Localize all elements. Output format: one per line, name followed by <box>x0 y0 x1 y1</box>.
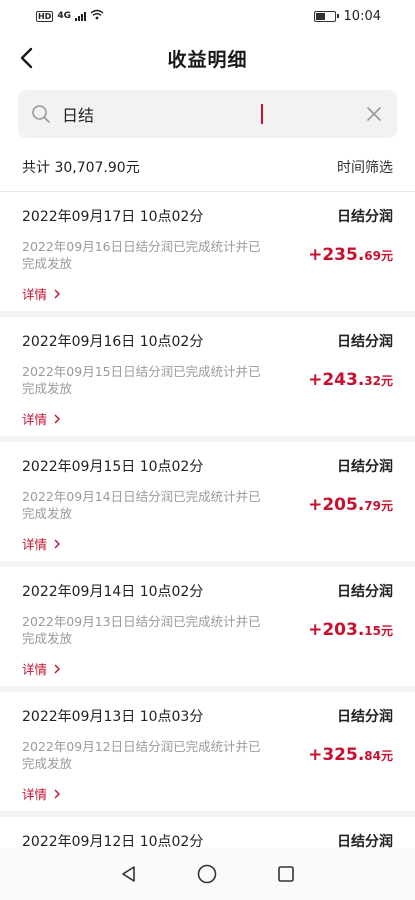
record-amount-dec: 15元 <box>364 624 393 638</box>
page-title: 收益明细 <box>167 48 248 71</box>
record-amount: +243.32元 <box>308 370 393 390</box>
record-type: 日结分润 <box>337 584 393 600</box>
record-amount-dec: 32元 <box>364 374 393 388</box>
chevron-right-icon <box>54 664 61 673</box>
records-list[interactable]: 2022年09月17日 10点02分 日结分润 2022年09月16日日结分润已… <box>0 192 415 900</box>
nav-home-button[interactable] <box>194 861 220 887</box>
search-bar[interactable] <box>18 90 397 138</box>
record-detail-link[interactable]: 详情 <box>22 784 61 803</box>
record-detail-label: 详情 <box>22 287 48 302</box>
chevron-right-icon <box>54 414 61 423</box>
record-detail-label: 详情 <box>22 787 48 802</box>
record-amount-int: +235. <box>308 245 365 265</box>
chevron-right-icon <box>54 539 61 548</box>
list-item[interactable]: 2022年09月17日 10点02分 日结分润 2022年09月16日日结分润已… <box>0 192 415 317</box>
record-description: 2022年09月14日日结分润已完成统计并已完成发放 <box>22 489 261 521</box>
hd-badge: HD <box>36 10 54 22</box>
list-item[interactable]: 2022年09月16日 10点02分 日结分润 2022年09月15日日结分润已… <box>0 317 415 442</box>
record-amount-int: +325. <box>308 745 365 765</box>
record-amount-dec: 69元 <box>364 249 393 263</box>
search-icon <box>30 103 52 125</box>
record-amount-dec: 84元 <box>364 749 393 763</box>
record-datetime: 2022年09月15日 10点02分 <box>22 459 204 475</box>
page-header: 收益明细 <box>0 32 415 84</box>
wifi-icon <box>90 9 104 23</box>
status-right: 10:04 <box>313 8 381 24</box>
record-detail-link[interactable]: 详情 <box>22 409 61 428</box>
record-type: 日结分润 <box>337 709 393 725</box>
record-datetime: 2022年09月13日 10点03分 <box>22 709 204 725</box>
record-type: 日结分润 <box>337 209 393 225</box>
record-detail-link[interactable]: 详情 <box>22 284 61 303</box>
back-triangle-icon <box>122 866 135 882</box>
record-description: 2022年09月13日日结分润已完成统计并已完成发放 <box>22 614 261 646</box>
battery-icon <box>313 10 339 22</box>
chevron-left-icon <box>20 47 33 69</box>
record-amount-int: +243. <box>308 370 365 390</box>
record-description: 2022年09月16日日结分润已完成统计并已完成发放 <box>22 239 261 271</box>
record-datetime: 2022年09月16日 10点02分 <box>22 334 204 350</box>
home-circle-icon <box>198 864 217 884</box>
recents-square-icon <box>278 866 294 882</box>
list-item[interactable]: 2022年09月15日 10点02分 日结分润 2022年09月14日日结分润已… <box>0 442 415 567</box>
record-datetime: 2022年09月17日 10点02分 <box>22 209 204 225</box>
record-datetime: 2022年09月14日 10点02分 <box>22 584 204 600</box>
record-amount: +205.79元 <box>308 495 393 515</box>
record-amount: +235.69元 <box>308 245 393 265</box>
record-description: 2022年09月15日日结分润已完成统计并已完成发放 <box>22 364 261 396</box>
nav-back-button[interactable] <box>116 861 142 887</box>
close-icon <box>367 107 381 121</box>
record-type: 日结分润 <box>337 459 393 475</box>
record-detail-label: 详情 <box>22 412 48 427</box>
status-left: HD 4G <box>36 9 104 23</box>
summary-row: 共计 30,707.90元 时间筛选 <box>0 142 415 192</box>
chevron-right-icon <box>54 789 61 798</box>
record-detail-link[interactable]: 详情 <box>22 659 61 678</box>
record-description: 2022年09月12日日结分润已完成统计并已完成发放 <box>22 739 261 771</box>
record-amount: +325.84元 <box>308 745 393 765</box>
record-detail-link[interactable]: 详情 <box>22 534 61 553</box>
network-type: 4G <box>57 11 71 21</box>
back-button[interactable] <box>14 46 38 70</box>
text-cursor <box>261 104 263 124</box>
chevron-right-icon <box>54 289 61 298</box>
record-amount-int: +205. <box>308 495 365 515</box>
record-amount-dec: 79元 <box>364 499 393 513</box>
status-bar: HD 4G 10:04 <box>0 0 415 32</box>
list-item[interactable]: 2022年09月13日 10点03分 日结分润 2022年09月12日日结分润已… <box>0 692 415 817</box>
signal-icon <box>75 11 86 21</box>
system-nav-bar <box>0 848 415 900</box>
nav-recents-button[interactable] <box>273 861 299 887</box>
record-amount: +203.15元 <box>308 620 393 640</box>
search-input[interactable] <box>62 104 262 124</box>
record-detail-label: 详情 <box>22 662 48 677</box>
time-filter-button[interactable]: 时间筛选 <box>337 157 393 177</box>
list-item[interactable]: 2022年09月14日 10点02分 日结分润 2022年09月13日日结分润已… <box>0 567 415 692</box>
total-amount: 共计 30,707.90元 <box>22 159 140 176</box>
record-type: 日结分润 <box>337 334 393 350</box>
status-time: 10:04 <box>343 8 381 24</box>
clear-search-button[interactable] <box>363 103 385 125</box>
record-detail-label: 详情 <box>22 537 48 552</box>
record-amount-int: +203. <box>308 620 365 640</box>
